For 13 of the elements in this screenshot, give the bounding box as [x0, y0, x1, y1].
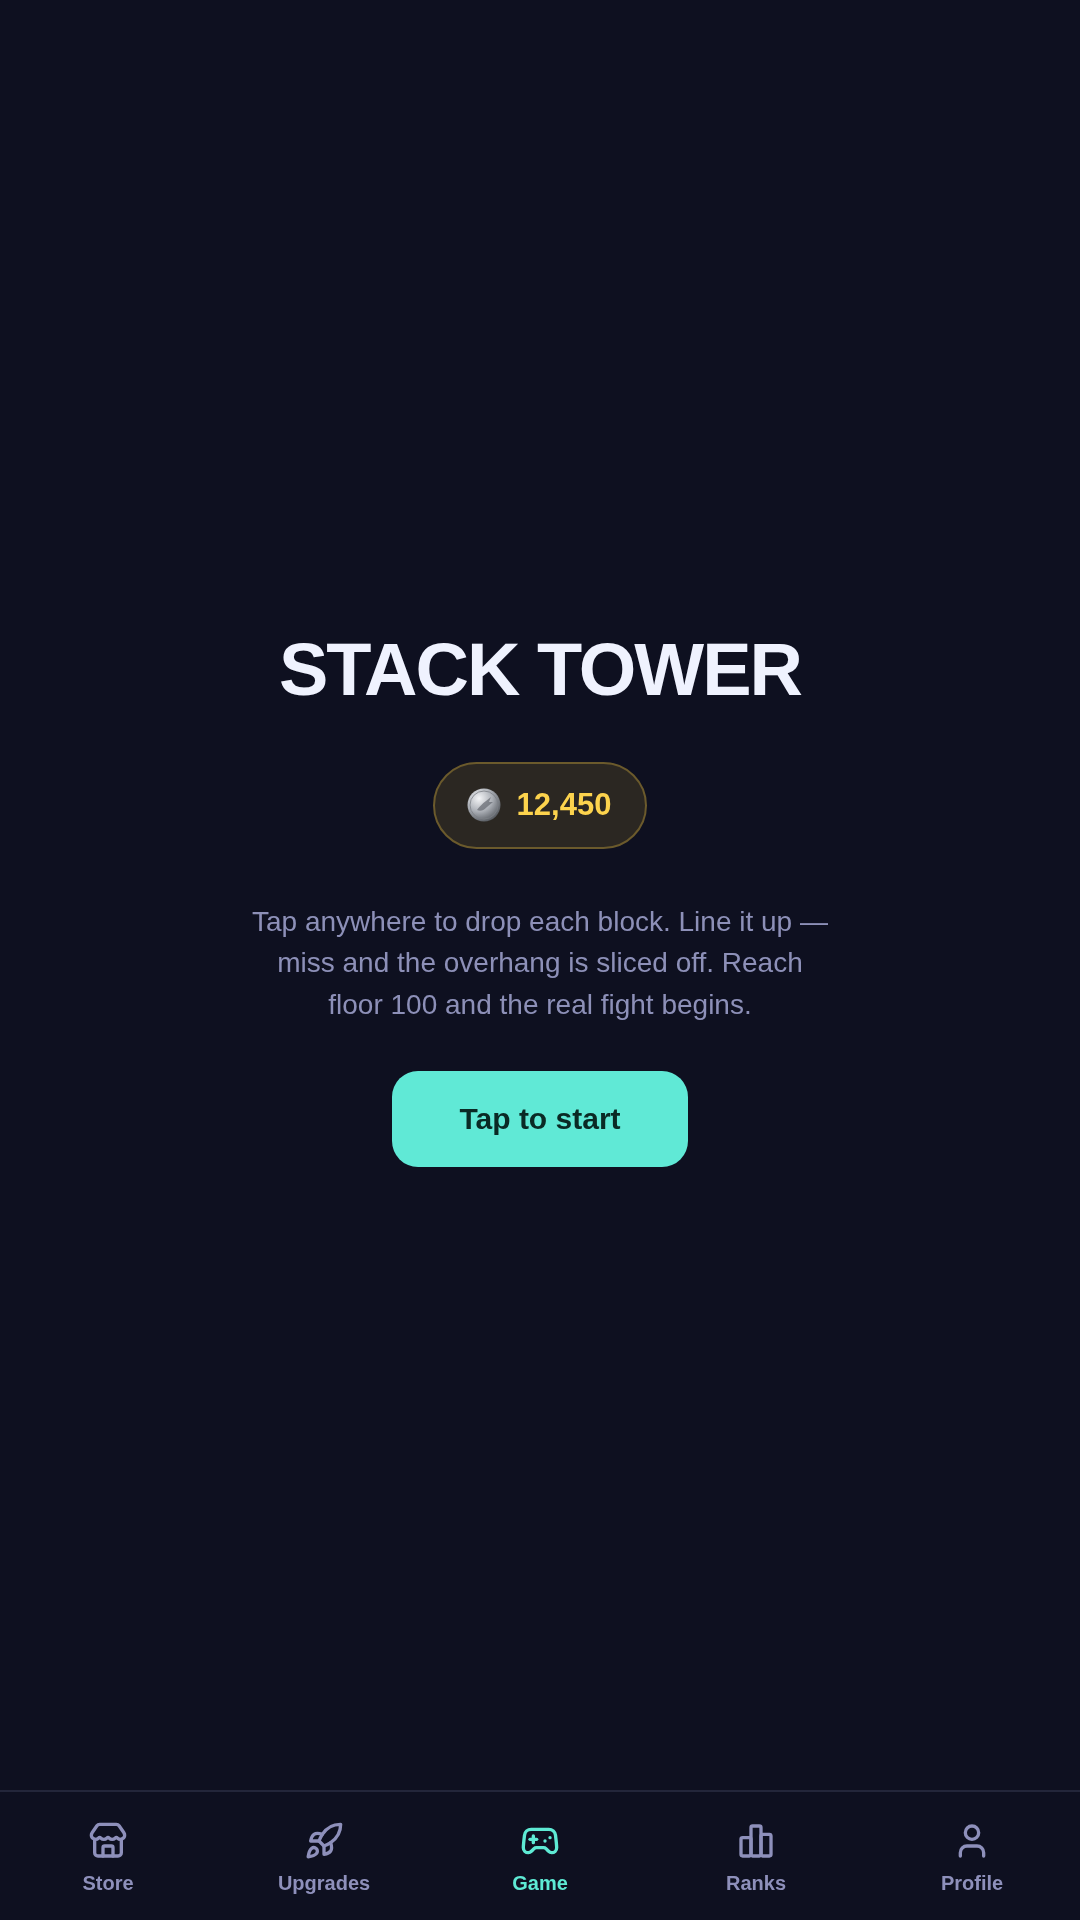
coin-icon	[466, 788, 501, 823]
bar-chart-icon	[736, 1821, 776, 1861]
start-button[interactable]: Tap to start	[392, 1071, 688, 1168]
nav-tab[interactable]: Store	[0, 1792, 216, 1920]
nav-tab[interactable]: Game	[432, 1792, 648, 1920]
coin-amount: 12,450	[516, 787, 612, 824]
storefront-icon	[88, 1821, 128, 1861]
nav-tab[interactable]: Profile	[864, 1792, 1080, 1920]
rocket-icon	[304, 1821, 344, 1861]
nav-tab[interactable]: Upgrades	[216, 1792, 432, 1920]
nav-tab[interactable]: Ranks	[648, 1792, 864, 1920]
game-title: STACK TOWER	[279, 628, 801, 710]
instructions-text: Tap anywhere to drop each block. Line it up — miss and the overhang is sliced off. Reach floor 100 and the real fight begins.	[251, 904, 829, 1022]
